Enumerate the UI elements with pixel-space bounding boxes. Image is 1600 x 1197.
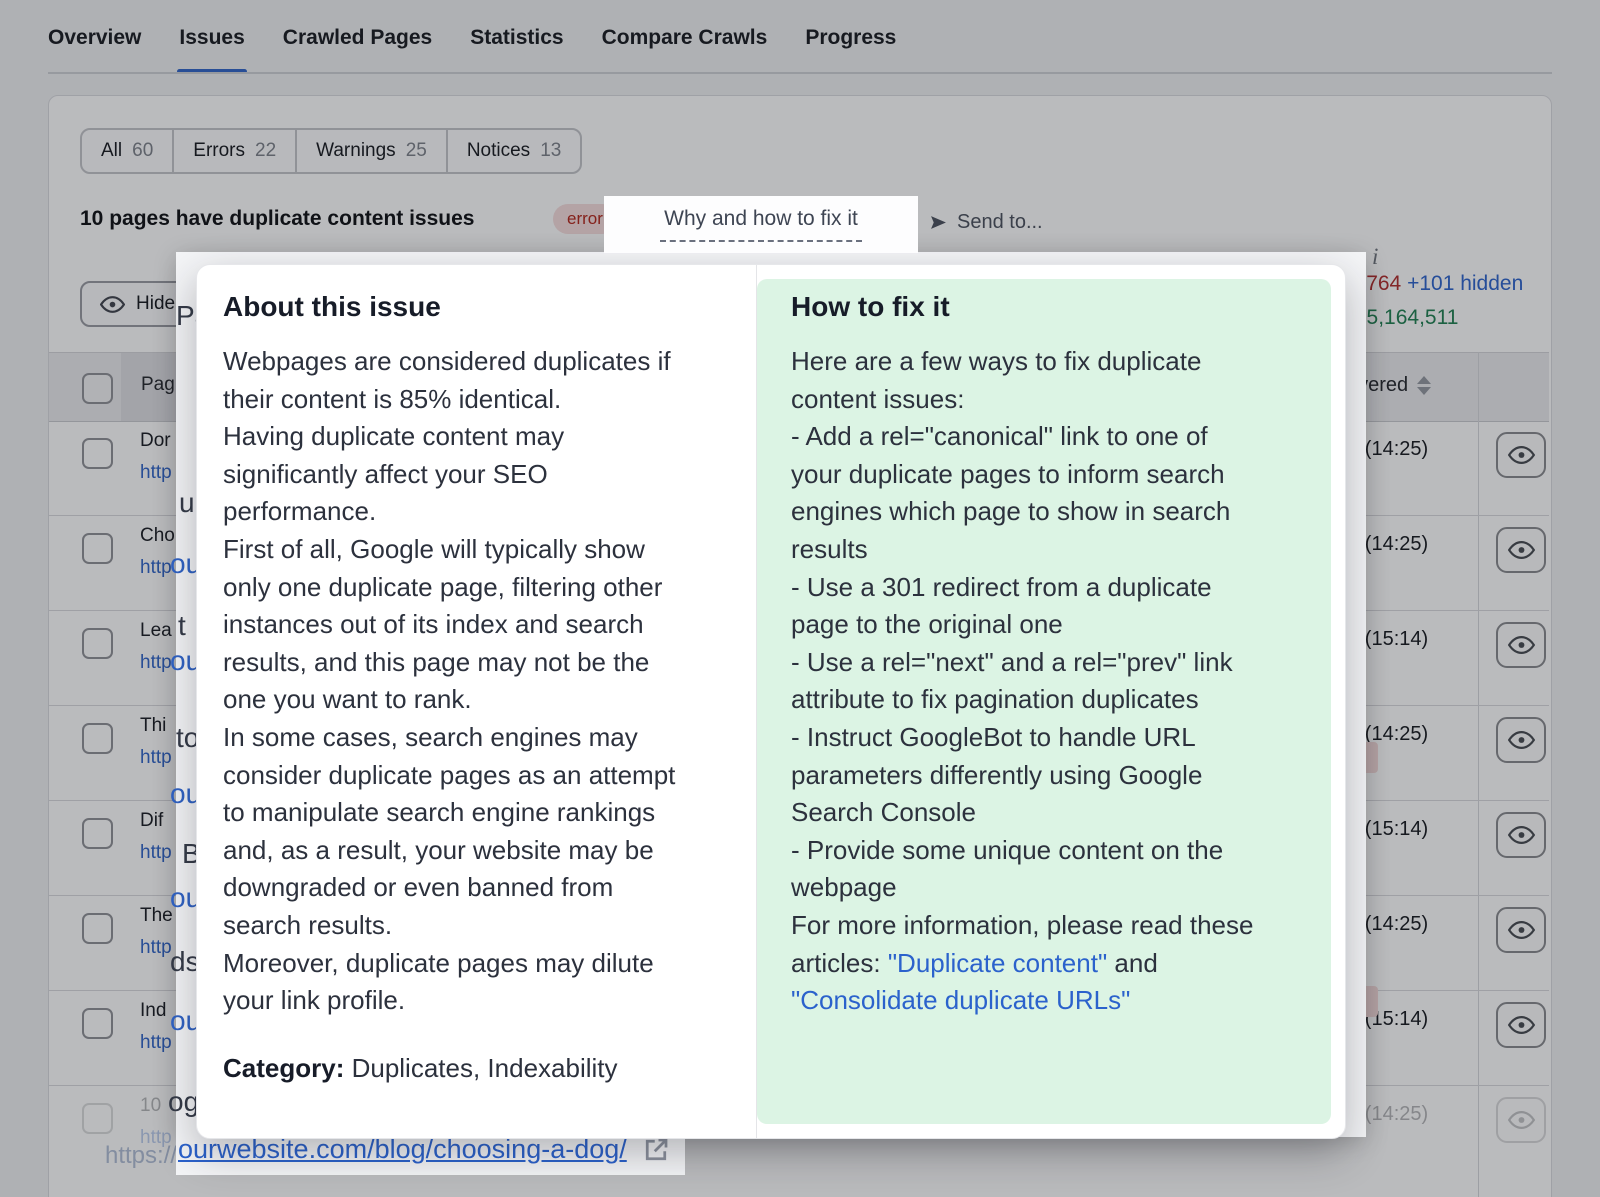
why-how-to-fix-trigger[interactable]: Why and how to fix it — [604, 196, 918, 253]
duplicate-content-link[interactable]: "Duplicate content" — [888, 948, 1107, 978]
external-link-icon[interactable] — [641, 1135, 671, 1165]
clipped-text-fragment: t — [178, 610, 186, 642]
issue-info-popup: About this issue Webpages are considered… — [196, 264, 1346, 1139]
category-label: Category: — [223, 1053, 344, 1083]
issue-category: Category: Duplicates, Indexability — [223, 1053, 618, 1084]
how-to-fix-references: For more information, please read these … — [791, 907, 1311, 1020]
about-issue-body: Webpages are considered duplicates if th… — [223, 343, 675, 1020]
category-value: Duplicates, Indexability — [344, 1053, 617, 1083]
consolidate-urls-link[interactable]: "Consolidate duplicate URLs" — [791, 985, 1130, 1015]
how-to-fix-body: Here are a few ways to fix duplicate con… — [791, 343, 1233, 907]
references-conjunction: and — [1107, 948, 1158, 978]
about-issue-heading: About this issue — [223, 291, 441, 323]
why-how-to-fix-label: Why and how to fix it — [660, 207, 862, 242]
site-audit-issues-page: Overview Issues Crawled Pages Statistics… — [0, 0, 1600, 1197]
how-to-fix-heading: How to fix it — [791, 291, 950, 323]
clipped-text-fragment: og — [168, 1086, 199, 1118]
